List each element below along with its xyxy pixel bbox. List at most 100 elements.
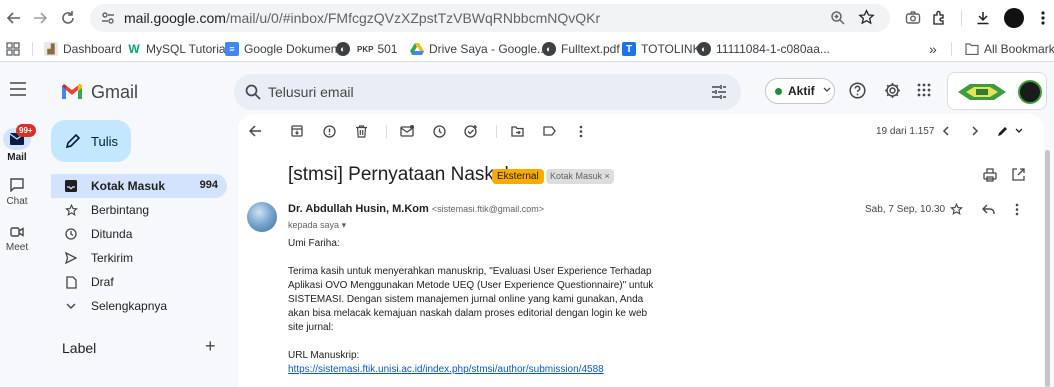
email-date: Sab, 7 Sep, 10.30 xyxy=(865,204,946,215)
scrollbar-thumb[interactable] xyxy=(1045,150,1050,387)
bookmark-label: Google Dokumen xyxy=(244,42,338,56)
recipient-line[interactable]: kepada saya ▾ xyxy=(288,220,346,231)
status-label: Aktif xyxy=(788,84,815,98)
sender-avatar[interactable] xyxy=(247,202,277,232)
delete-icon[interactable] xyxy=(352,122,370,140)
rail-meet-label: Meet xyxy=(5,242,29,253)
browser-menu-icon[interactable] xyxy=(1033,8,1053,28)
reload-icon[interactable] xyxy=(58,8,78,28)
sidebar-item-sent[interactable]: Terkirim xyxy=(51,246,227,270)
bookmark-drive[interactable]: Drive Saya - Google... xyxy=(410,40,547,58)
more-actions-icon[interactable] xyxy=(572,122,590,140)
mark-unread-icon[interactable] xyxy=(398,122,416,140)
star-message-icon[interactable] xyxy=(950,203,963,216)
docs-icon: ≡ xyxy=(225,42,239,56)
site-info-icon[interactable] xyxy=(100,10,116,26)
google-apps-icon[interactable] xyxy=(917,83,931,97)
download-icon[interactable] xyxy=(973,8,993,28)
move-to-icon[interactable] xyxy=(508,122,526,140)
settings-gear-icon[interactable] xyxy=(884,82,901,99)
open-in-new-window-icon[interactable] xyxy=(1012,168,1025,181)
gmail-logo-text: Gmail xyxy=(91,82,139,102)
search-icon[interactable] xyxy=(245,84,261,100)
bookmark-totolink[interactable]: T TOTOLINK xyxy=(622,40,701,58)
body-line: SISTEMASI. Dengan sistem manajemen jurna… xyxy=(288,294,644,305)
address-bar[interactable]: mail.google.com/mail/u/0/#inbox/FMfcgzQV… xyxy=(90,4,890,32)
remove-label-icon[interactable]: × xyxy=(605,171,610,181)
sidebar-item-inbox[interactable]: Kotak Masuk 994 xyxy=(51,174,227,198)
back-arrow-icon[interactable] xyxy=(4,8,24,28)
bookmark-label: Dashboard xyxy=(63,42,122,56)
forward-arrow-icon[interactable] xyxy=(30,8,50,28)
inbox-icon xyxy=(64,179,78,193)
browser-toolbar: mail.google.com/mail/u/0/#inbox/FMfcgzQV… xyxy=(0,0,1054,36)
label-icon[interactable] xyxy=(540,122,558,140)
sidebar-item-snoozed[interactable]: Ditunda xyxy=(51,222,227,246)
sidebar-item-label: Selengkapnya xyxy=(91,299,168,313)
sender-name[interactable]: Dr. Abdullah Husin, M.Kom xyxy=(288,203,429,215)
gmail-logo-icon[interactable] xyxy=(60,82,84,100)
manuscript-link[interactable]: https://sistemasi.ftik.unisi.ac.id/index… xyxy=(288,363,688,377)
reply-icon[interactable] xyxy=(982,204,995,215)
back-to-inbox-icon[interactable] xyxy=(246,122,264,140)
unread-badge: 99+ xyxy=(16,124,36,137)
status-dot xyxy=(775,88,782,95)
bookmark-mysql-tutorial[interactable]: W MySQL Tutorial xyxy=(127,40,228,58)
sidebar-item-label: Ditunda xyxy=(91,227,133,241)
sidebar-item-drafts[interactable]: Draf xyxy=(51,270,227,294)
add-label-button[interactable]: + xyxy=(205,336,216,357)
bookmark-fulltext-pdf[interactable]: ◐ Fulltext.pdf xyxy=(542,40,620,58)
pencil-icon xyxy=(65,133,81,149)
pagination-text: 19 dari 1.157 xyxy=(876,126,935,137)
search-input[interactable]: Telusuri email xyxy=(268,84,354,100)
account-switcher[interactable] xyxy=(947,72,1047,110)
drive-icon xyxy=(410,42,424,56)
bookmark-star-icon[interactable] xyxy=(858,9,875,26)
sidebar-item-more[interactable]: Selengkapnya xyxy=(51,294,227,318)
archive-icon[interactable] xyxy=(288,122,306,140)
apps-grid-icon[interactable] xyxy=(6,42,20,56)
sidebar-item-starred[interactable]: Berbintang xyxy=(51,198,227,222)
more-bookmarks-button[interactable]: » xyxy=(929,40,937,58)
pkp-badge: PKP xyxy=(357,44,374,54)
sidebar-item-label: Kotak Masuk xyxy=(91,179,166,193)
message-panel: 19 dari 1.157 [stmsi] Pernyataan Naskah … xyxy=(238,114,1044,387)
report-spam-icon[interactable] xyxy=(320,122,338,140)
older-chevron-icon[interactable] xyxy=(966,122,984,140)
bookmark-dashboard[interactable]: ▟ Dashboard xyxy=(44,40,122,58)
print-icon[interactable] xyxy=(983,168,997,182)
rail-chat[interactable]: Chat xyxy=(0,178,34,207)
w3schools-icon: W xyxy=(128,42,140,56)
rail-mail[interactable]: 99+ Mail xyxy=(0,124,36,163)
input-tools-icon[interactable] xyxy=(994,122,1024,140)
snooze-icon[interactable] xyxy=(430,122,448,140)
help-icon[interactable] xyxy=(849,82,866,99)
compose-button[interactable]: Tulis xyxy=(51,120,131,162)
account-avatar xyxy=(1018,80,1042,104)
newer-chevron-icon[interactable] xyxy=(936,122,954,140)
bookmark-label: Drive Saya - Google... xyxy=(429,42,548,56)
all-bookmarks-button[interactable]: All Bookmarks xyxy=(965,40,1054,58)
rail-meet[interactable]: Meet xyxy=(0,226,34,253)
bookmark-11111084[interactable]: ◐ 11111084-1-c080aa... xyxy=(697,40,830,58)
bookmark-google-dokumen[interactable]: ≡ Google Dokumen xyxy=(225,40,337,58)
body-line: akan bisa melacak kemajuan naskah dalam … xyxy=(288,308,648,319)
message-more-icon[interactable] xyxy=(1015,203,1019,216)
status-chip[interactable]: Aktif xyxy=(765,78,835,104)
search-box[interactable]: Telusuri email xyxy=(234,74,741,110)
main-menu-icon[interactable] xyxy=(10,82,26,96)
bookmark-pkp-501[interactable]: ◐ PKP 501 xyxy=(336,40,397,58)
profile-avatar[interactable] xyxy=(1004,8,1024,28)
search-options-icon[interactable] xyxy=(711,84,727,100)
url-path: /mail/u/0/#inbox/FMfcgzQVzXZpstTzVBWqRNb… xyxy=(225,10,601,26)
url-text: mail.google.com/mail/u/0/#inbox/FMfcgzQV… xyxy=(124,10,600,26)
sidebar-item-label: Berbintang xyxy=(91,203,150,217)
bookmark-label: All Bookmarks xyxy=(984,42,1054,56)
mail-rail-highlight: 99+ xyxy=(3,124,36,150)
add-to-tasks-icon[interactable] xyxy=(462,122,480,140)
draft-icon xyxy=(64,275,78,289)
zoom-icon[interactable] xyxy=(830,10,846,26)
camera-icon[interactable] xyxy=(903,8,923,28)
extensions-icon[interactable] xyxy=(929,8,949,28)
recipient-details-icon[interactable]: ▾ xyxy=(342,220,347,230)
